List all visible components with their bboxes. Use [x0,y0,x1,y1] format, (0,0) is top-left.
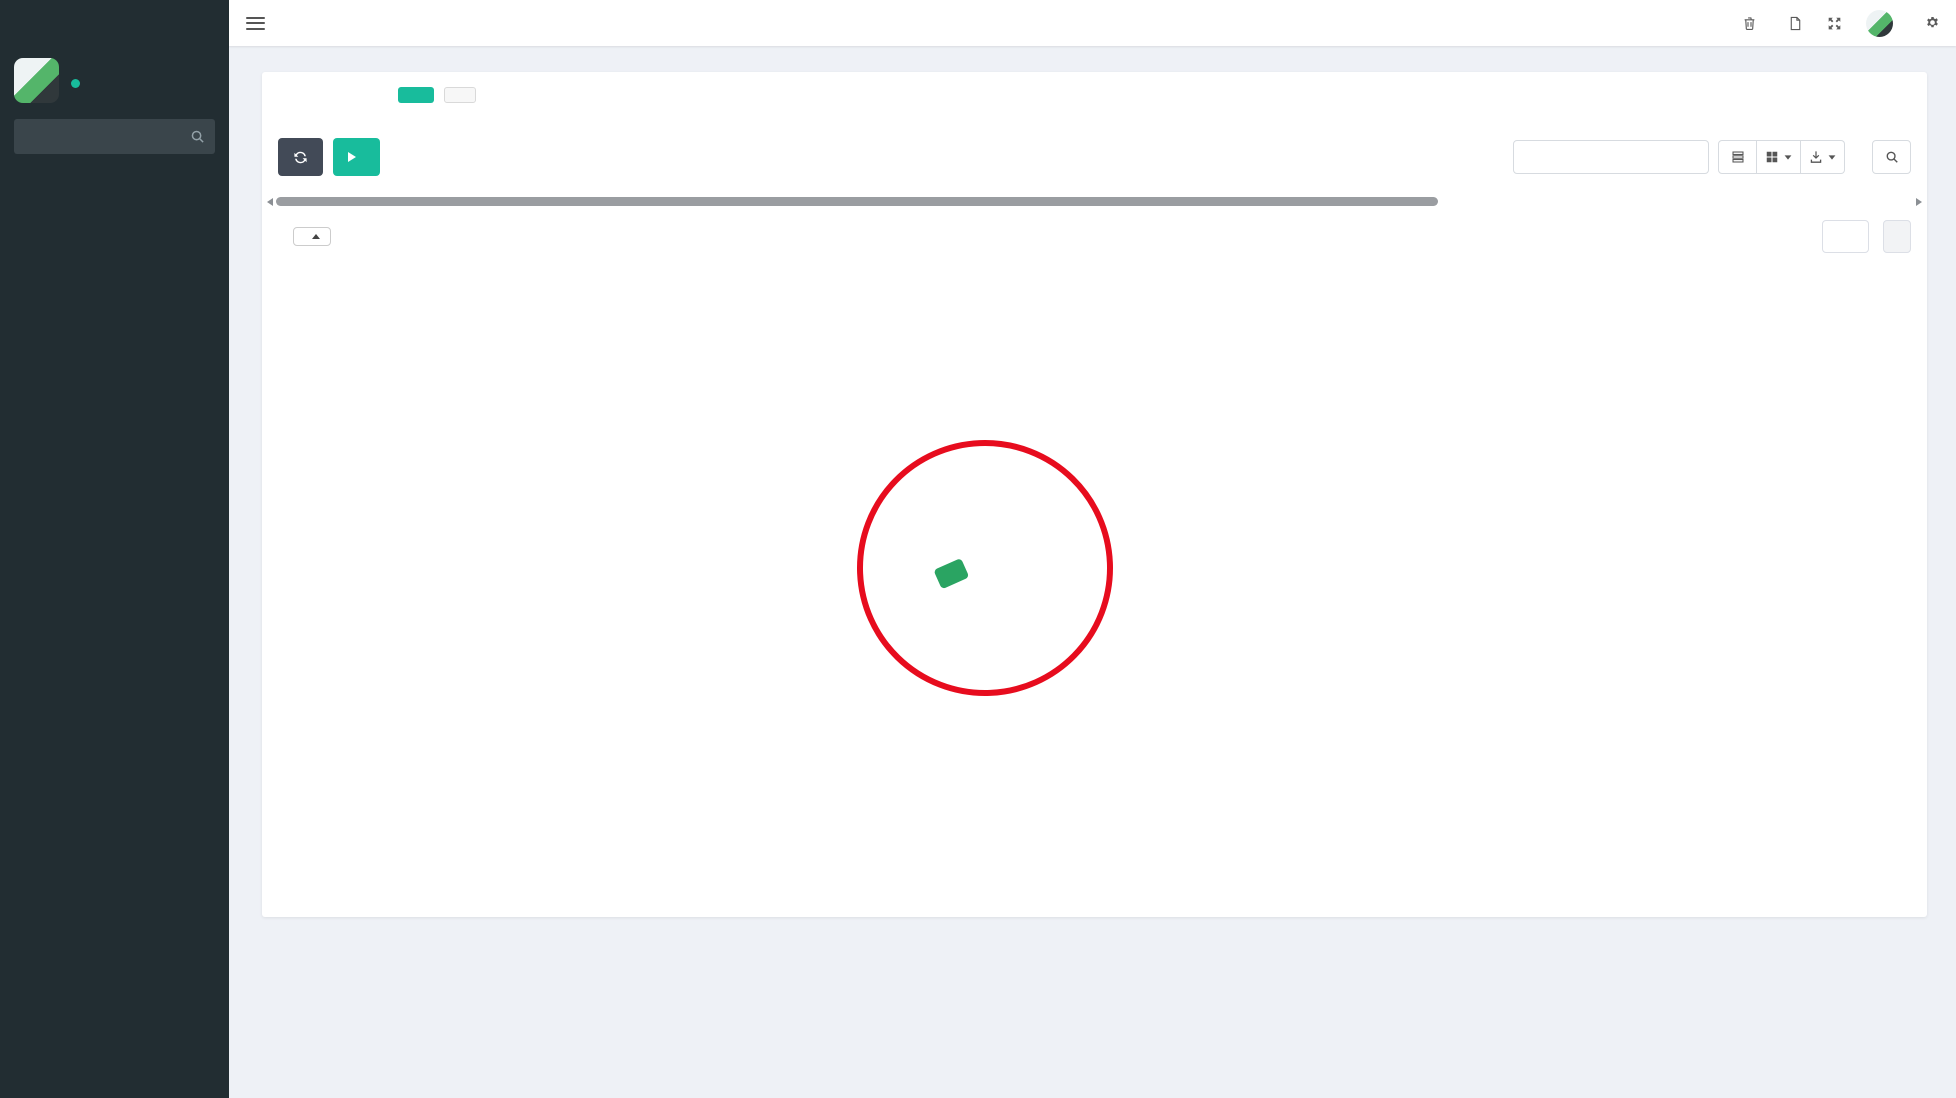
export-icon [1809,150,1823,164]
topnav [229,0,1956,46]
user-panel [0,48,229,117]
online-dot-icon [71,79,80,88]
scrollbar-thumb[interactable] [276,197,1438,206]
pagination [1815,220,1911,253]
filter-grid [262,72,1927,112]
update-all-balances-button[interactable] [333,138,380,176]
sidebar-search-input[interactable] [14,119,215,154]
avatar[interactable] [14,58,59,103]
table-toolbar [262,112,1927,184]
main-area [229,0,1956,1098]
reset-button[interactable] [444,87,476,103]
refresh-icon [293,150,308,165]
advanced-search-button[interactable] [1872,140,1911,174]
chevron-down-icon [1785,155,1792,159]
search-icon[interactable] [190,129,205,144]
columns-icon [1765,150,1779,164]
scroll-right-icon[interactable] [1916,198,1922,206]
filter-buttons-cell [272,78,675,112]
jump-page-input[interactable] [1822,220,1869,253]
search-icon [1885,150,1899,164]
fullscreen-icon[interactable] [1827,16,1842,31]
refresh-button[interactable] [278,138,323,176]
toggle-view-button[interactable] [1718,140,1757,174]
chevron-up-icon [312,234,320,239]
hamburger-menu-icon[interactable] [229,0,281,46]
toolbar-button-group [1718,140,1845,174]
table-search-input[interactable] [1513,140,1709,174]
trash-outline-icon [1742,16,1757,31]
avatar [1866,10,1893,37]
horizontal-scrollbar [276,197,1913,207]
per-page-dropdown[interactable] [293,227,331,246]
toggle-view-icon [1731,150,1745,164]
users-card [262,72,1927,917]
play-icon [348,152,356,162]
settings-gear-icon[interactable] [1925,16,1940,31]
clear-cache-button[interactable] [1742,16,1764,31]
table-footer [262,207,1927,253]
export-button[interactable] [1801,140,1845,174]
app-logo [0,0,229,48]
toolbar-right [1513,140,1911,174]
sidebar-search [14,119,215,154]
admin-menu[interactable] [1866,10,1901,37]
chevron-down-icon [1829,155,1836,159]
admin-page [0,0,1956,1098]
scroll-left-icon[interactable] [267,198,273,206]
columns-button[interactable] [1757,140,1801,174]
sidebar [0,0,229,1098]
document-icon[interactable] [1788,16,1803,31]
jump-button[interactable] [1883,220,1911,253]
user-status [71,79,87,88]
submit-button[interactable] [398,87,434,103]
content [229,46,1956,1098]
topnav-right [1742,0,1956,46]
